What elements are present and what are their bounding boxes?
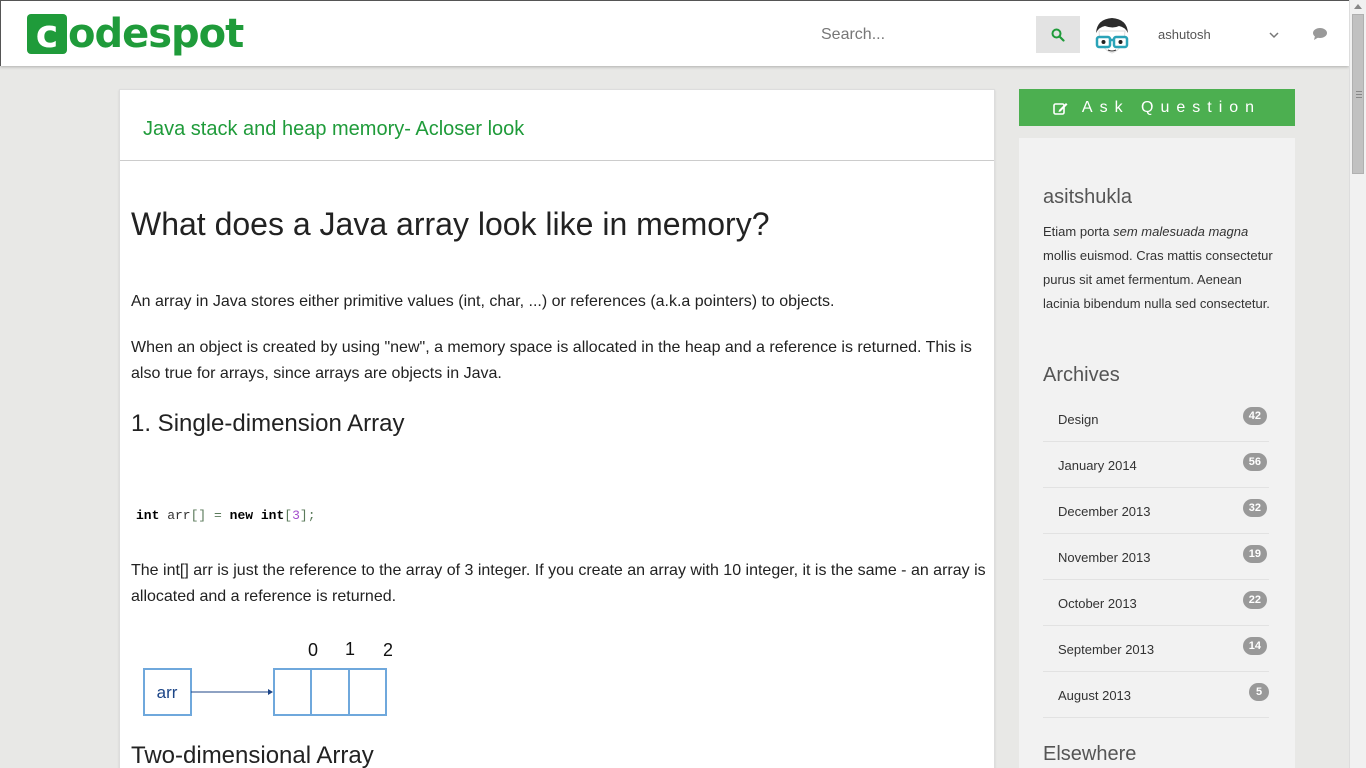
- scroll-thumb[interactable]: [1352, 14, 1364, 174]
- archive-item-august-2013[interactable]: August 2013 5: [1043, 672, 1269, 718]
- chat-icon[interactable]: [1312, 27, 1328, 41]
- logo-text: odespot: [68, 11, 244, 57]
- paragraph-new-heap: When an object is created by using "new"…: [131, 339, 972, 382]
- sidebar-username: asitshukla: [1043, 186, 1132, 208]
- code-snippet: int arr[] = new int[3];: [136, 508, 316, 523]
- section-single-dimension: 1. Single-dimension Array: [131, 410, 405, 437]
- archive-item-december-2013[interactable]: December 2013 32: [1043, 488, 1269, 534]
- search-icon: [1051, 28, 1065, 42]
- chevron-down-icon[interactable]: [1268, 29, 1280, 41]
- array-cell-1: [310, 668, 350, 716]
- archive-label: Design: [1058, 412, 1099, 427]
- sidebar-bio: Etiam porta sem malesuada magna mollis e…: [1043, 224, 1273, 311]
- reference-arrowhead: [268, 689, 273, 695]
- search-button[interactable]: [1036, 16, 1080, 53]
- array-memory-diagram: 0 1 2 arr: [143, 639, 392, 716]
- ask-question-label: Ask Question: [1081, 98, 1262, 116]
- logo-mark: c: [27, 14, 67, 54]
- archive-label: December 2013: [1058, 504, 1151, 519]
- article-heading: What does a Java array look like in memo…: [131, 206, 770, 242]
- top-navbar: c odespot ashutosh: [0, 0, 1349, 66]
- archive-label: September 2013: [1058, 642, 1155, 657]
- array-cell-2: [348, 668, 387, 716]
- archive-count-badge: 14: [1242, 637, 1267, 655]
- scroll-up-arrow[interactable]: [1354, 4, 1362, 9]
- article-header: Java stack and heap memory- Acloser look: [120, 90, 994, 161]
- section-two-dimensional: Two-dimensional Array: [131, 742, 374, 768]
- site-logo[interactable]: c odespot: [27, 11, 244, 57]
- archive-item-november-2013[interactable]: November 2013 19: [1043, 534, 1269, 580]
- array-index-1: 1: [345, 639, 355, 659]
- user-avatar[interactable]: [1091, 15, 1133, 55]
- post-title[interactable]: Java stack and heap memory- Acloser look: [143, 118, 524, 141]
- search-input[interactable]: [811, 18, 1031, 52]
- archive-item-september-2013[interactable]: September 2013 14: [1043, 626, 1269, 672]
- archive-count-badge: 22: [1242, 591, 1267, 609]
- array-cell-0: [273, 668, 312, 716]
- archive-count-badge: 42: [1242, 407, 1267, 425]
- sidebar-panel: asitshukla Etiam porta sem malesuada mag…: [1019, 138, 1295, 768]
- archive-item-january-2014[interactable]: January 2014 56: [1043, 442, 1269, 488]
- paragraph-reference: The int[] arr is just the reference to t…: [131, 562, 986, 605]
- arr-reference-label: arr: [157, 683, 178, 702]
- archive-count-badge: 32: [1242, 499, 1267, 517]
- edit-icon: [1053, 102, 1068, 115]
- archive-count-badge: 19: [1242, 545, 1267, 563]
- archive-label: October 2013: [1058, 596, 1137, 611]
- archives-list: Design 42 January 2014 56 December 2013 …: [1043, 396, 1269, 718]
- paragraph-array-stores: An array in Java stores either primitive…: [131, 293, 835, 310]
- elsewhere-title: Elsewhere: [1043, 743, 1137, 765]
- archive-count-badge: 56: [1242, 453, 1267, 471]
- ask-question-button[interactable]: Ask Question: [1019, 89, 1295, 126]
- array-index-2: 2: [383, 640, 392, 660]
- page-scrollbar[interactable]: [1349, 0, 1366, 768]
- archive-item-october-2013[interactable]: October 2013 22: [1043, 580, 1269, 626]
- archive-item-design[interactable]: Design 42: [1043, 396, 1269, 442]
- archive-label: November 2013: [1058, 550, 1151, 565]
- archives-title: Archives: [1043, 364, 1120, 386]
- archive-label: August 2013: [1058, 688, 1132, 703]
- article-card: Java stack and heap memory- Acloser look…: [119, 89, 995, 768]
- archive-label: January 2014: [1058, 458, 1137, 473]
- array-index-0: 0: [308, 640, 318, 660]
- username-label[interactable]: ashutosh: [1158, 27, 1211, 42]
- archive-count-badge: 5: [1249, 683, 1269, 701]
